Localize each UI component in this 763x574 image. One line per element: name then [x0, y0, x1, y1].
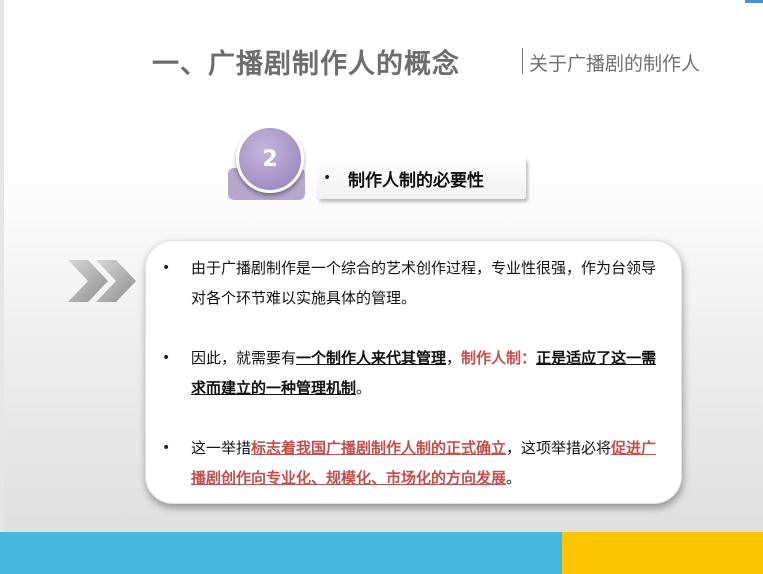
list-item-2: 因此，就需要有一个制作人来代其管理，制作人制：正是适应了这一需求而建立的一种管理…: [191, 343, 667, 403]
list-bullet: •: [162, 350, 171, 366]
list-item-1-text: 由于广播剧制作是一个综合的艺术创作过程，专业性很强，作为台领导对各个环节难以实施…: [191, 259, 657, 307]
top-right-accent: [745, 0, 763, 3]
list-item-3-text-a: 这一举措: [191, 439, 252, 457]
list-item-3-emphasis-establish: 标志着我国广播剧制作人制的正式确立: [251, 439, 507, 457]
slide: 一、广播剧制作人的概念 关于广播剧的制作人 2 • 制作人制的必要性 • 由于广…: [0, 0, 763, 574]
list-item-3-text-c: 。: [506, 469, 522, 487]
section-heading: 制作人制的必要性: [348, 170, 484, 191]
list-item-2-text-c: 。: [356, 379, 372, 397]
section-number-badge: 2: [236, 125, 304, 193]
list-item-2-term: 制作人制：: [461, 349, 537, 367]
left-edge-bar: [0, 0, 4, 532]
list-item-2-text-b: ，: [446, 349, 462, 367]
list-bullet: •: [162, 260, 171, 276]
slide-title: 一、广播剧制作人的概念: [152, 49, 460, 80]
footer-bar-blue: [0, 532, 562, 574]
heading-bullet: •: [323, 170, 332, 186]
list-item-1: 由于广播剧制作是一个综合的艺术创作过程，专业性很强，作为台领导对各个环节难以实施…: [191, 253, 667, 313]
double-chevron-right-icon: [68, 260, 136, 302]
slide-subtitle: 关于广播剧的制作人: [529, 53, 701, 75]
section-heading-box: • 制作人制的必要性: [317, 157, 526, 199]
subtitle-divider: [522, 48, 523, 74]
list-bullet: •: [162, 440, 171, 456]
content-panel: • 由于广播剧制作是一个综合的艺术创作过程，专业性很强，作为台领导对各个环节难以…: [145, 240, 682, 504]
list-item-2-emphasis-manager: 一个制作人来代其管理: [296, 349, 447, 367]
list-item-3-text-b: ，这项举措必将: [506, 439, 612, 457]
footer-bar-yellow: [562, 532, 763, 574]
list-item-3: 这一举措标志着我国广播剧制作人制的正式确立，这项举措必将促进广播剧创作向专业化、…: [191, 433, 667, 493]
list-item-2-text-a: 因此，就需要有: [191, 349, 297, 367]
